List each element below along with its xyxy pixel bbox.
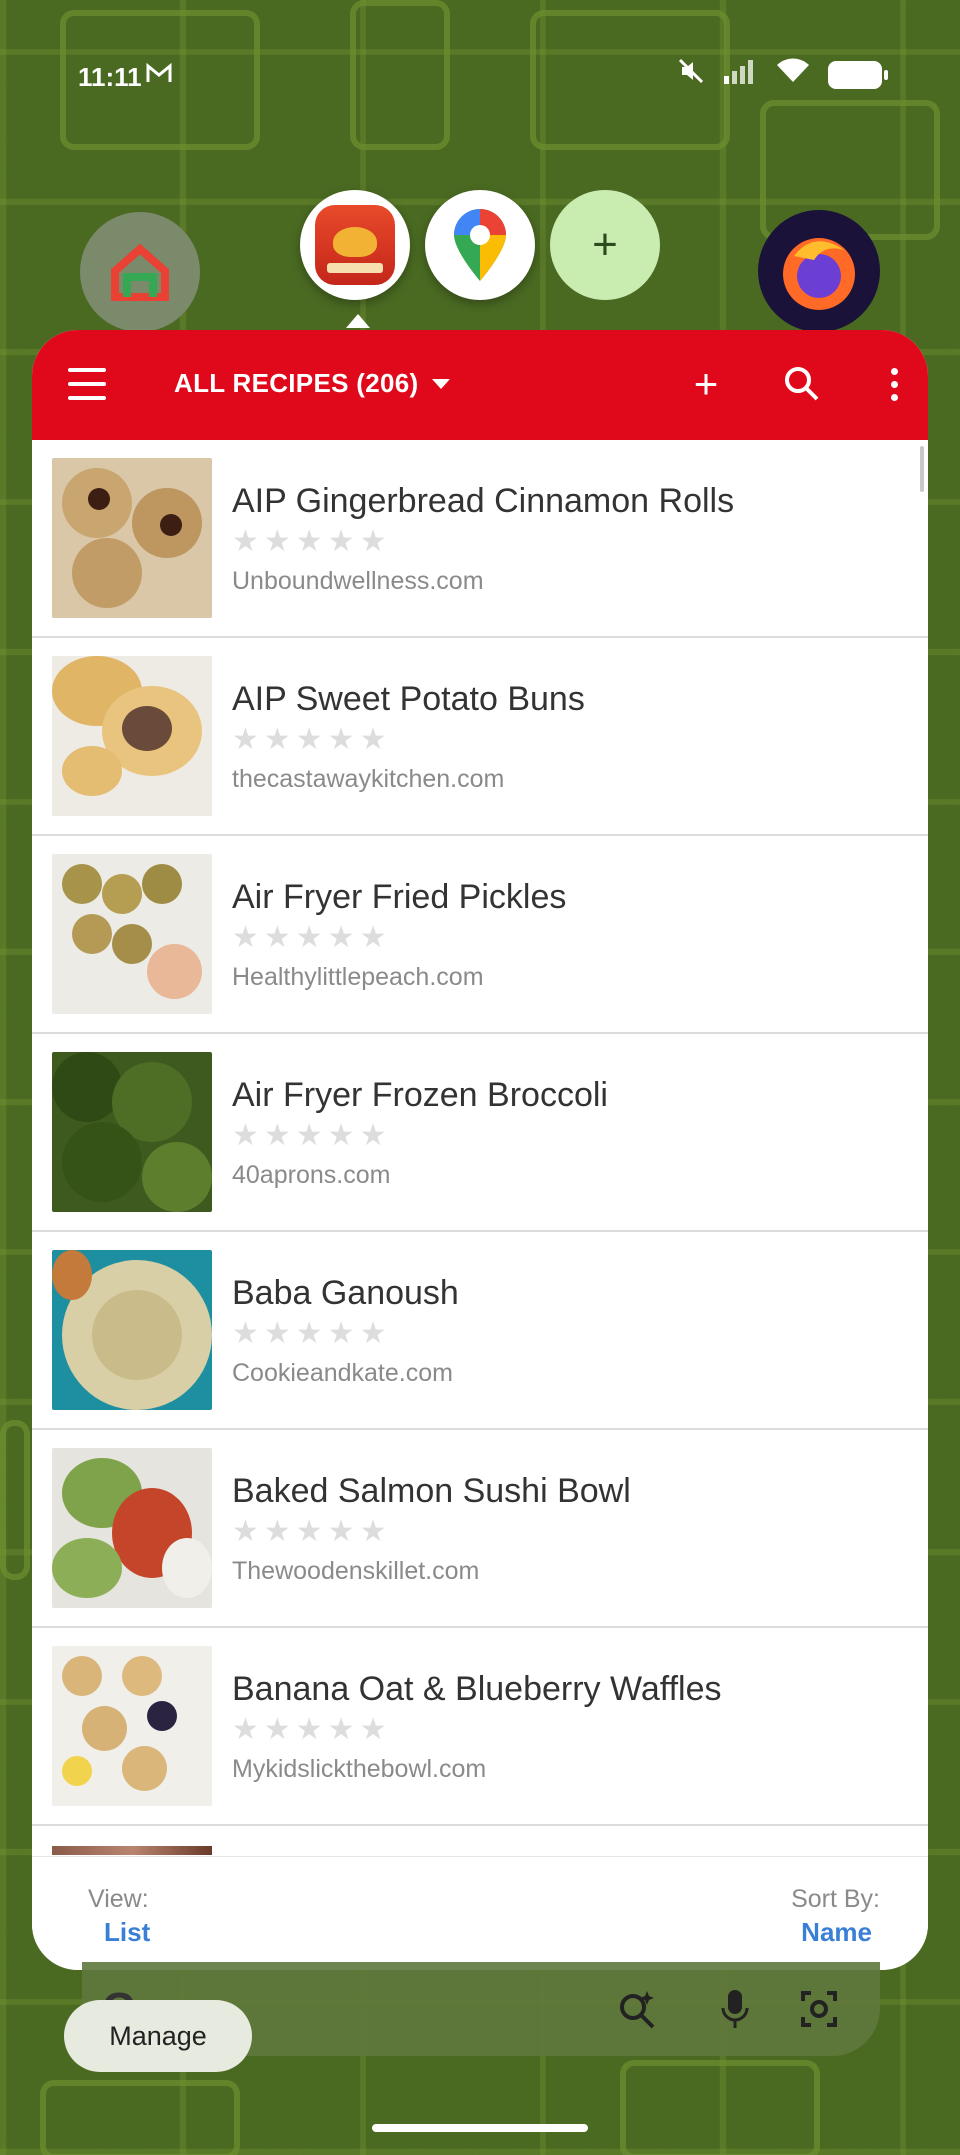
search-button[interactable] [778,360,826,408]
recipe-thumbnail [52,656,212,816]
recipe-source: Unboundwellness.com [232,566,484,595]
paprika-logo [315,205,395,285]
recipe-thumbnail [52,1052,212,1212]
more-options-button[interactable] [870,360,918,408]
mute-icon [678,58,704,91]
more-vert-icon [890,367,898,401]
recipe-source: thecastawaykitchen.com [232,764,505,793]
wallpaper-monitor [40,2080,240,2155]
paprika-app-window: ALL RECIPES (206) + AIP Gingerbread Cinn… [32,330,928,1970]
recipe-thumbnail [52,854,212,1014]
microphone-icon[interactable] [710,1984,760,2034]
recipe-name: AIP Gingerbread Cinnamon Rolls [232,481,735,520]
rating-stars: ★★★★★ [232,524,392,558]
wallpaper-phone [0,1420,30,1580]
recipe-source: 40aprons.com [232,1160,391,1189]
dropdown-caret-icon [432,378,451,389]
rating-stars: ★★★★★ [232,920,392,954]
rating-stars: ★★★★★ [232,1514,392,1548]
recipe-list: AIP Gingerbread Cinnamon Rolls ★★★★★ Unb… [32,440,928,1855]
recipe-row[interactable]: Baked Salmon Sushi Bowl ★★★★★ Thewoodens… [32,1430,928,1628]
firefox-icon[interactable] [758,210,880,332]
view-label: View: [88,1885,149,1913]
recipe-source: Mykidslickthebowl.com [232,1754,487,1783]
battery-icon [828,60,888,89]
sort-label: Sort By: [791,1885,880,1913]
recipe-row[interactable]: AIP Gingerbread Cinnamon Rolls ★★★★★ Unb… [32,440,928,638]
recipe-name: Baba Ganoush [232,1273,459,1312]
rating-stars: ★★★★★ [232,1118,392,1152]
recipe-name: Baked Salmon Sushi Bowl [232,1471,631,1510]
view-mode-button[interactable]: List [104,1917,150,1948]
recipe-thumbnail [52,1250,212,1410]
recipe-row[interactable]: AIP Sweet Potato Buns ★★★★★ thecastawayk… [32,638,928,836]
gesture-nav-handle[interactable] [372,2124,588,2132]
wifi-icon [776,58,810,91]
ai-search-icon[interactable] [612,1984,662,2034]
gmail-icon [146,62,172,91]
recipe-row[interactable]: Baba Ganoush ★★★★★ Cookieandkate.com [32,1232,928,1430]
recipe-thumbnail [52,458,212,618]
recipe-row[interactable]: Air Fryer Fried Pickles ★★★★★ Healthylit… [32,836,928,1034]
status-icons [678,58,888,91]
add-bubble-icon[interactable]: + [550,190,660,300]
recipe-name: AIP Sweet Potato Buns [232,679,585,718]
recipe-row[interactable]: Banana Oat & Blueberry Waffles ★★★★★ Myk… [32,1628,928,1826]
google-home-icon[interactable] [80,212,200,332]
bubble-pointer [346,314,370,328]
hamburger-menu-icon[interactable] [68,368,106,400]
recipe-name: Air Fryer Fried Pickles [232,877,567,916]
recipe-name: Banana Oat & Blueberry Waffles [232,1669,722,1708]
recipe-row[interactable]: Air Fryer Frozen Broccoli ★★★★★ 40aprons… [32,1034,928,1232]
recipe-thumbnail [52,1846,212,1855]
status-bar: 11:11 [0,0,960,150]
recipe-name: Air Fryer Frozen Broccoli [232,1075,608,1114]
plus-icon: + [693,360,719,407]
add-recipe-button[interactable]: + [682,360,730,408]
app-title: ALL RECIPES (206) [174,368,419,398]
wallpaper-monitor [620,2060,820,2155]
recipe-source: Healthylittlepeach.com [232,962,484,991]
sort-by-button[interactable]: Name [801,1917,872,1948]
recipe-row-partial[interactable] [32,1826,928,1855]
recipe-source: Cookieandkate.com [232,1358,453,1387]
plus-icon: + [592,220,618,269]
rating-stars: ★★★★★ [232,1316,392,1350]
bottom-bar: View: List Sort By: Name [32,1856,928,1970]
recipe-source: Thewoodenskillet.com [232,1556,480,1585]
app-bar: ALL RECIPES (206) + [32,330,928,440]
lens-camera-icon[interactable] [794,1984,844,2034]
signal-icon [722,58,758,91]
search-icon [785,367,819,401]
google-maps-icon[interactable] [425,190,535,300]
status-time: 11:11 [78,62,142,92]
recipe-thumbnail [52,1646,212,1806]
recipe-category-dropdown[interactable]: ALL RECIPES (206) [174,368,451,399]
rating-stars: ★★★★★ [232,1712,392,1746]
rating-stars: ★★★★★ [232,722,392,756]
manage-bubbles-button[interactable]: Manage [64,2000,252,2072]
paprika-icon[interactable] [300,190,410,300]
recipe-thumbnail [52,1448,212,1608]
